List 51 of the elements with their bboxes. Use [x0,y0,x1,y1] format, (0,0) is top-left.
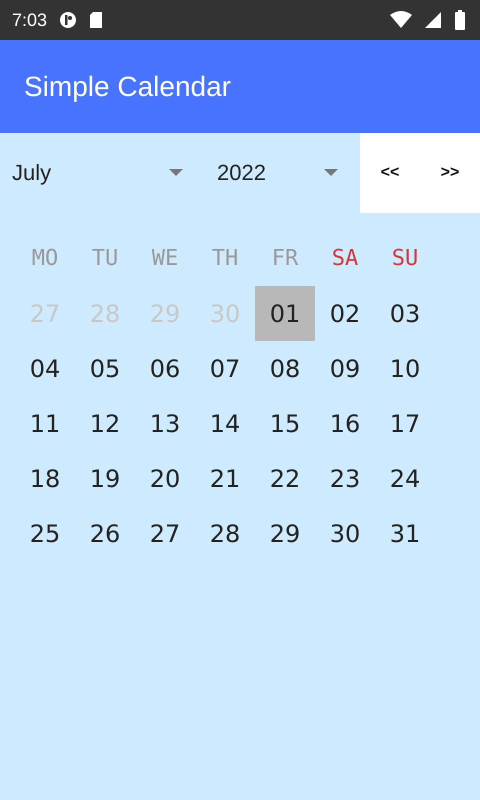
next-month-button[interactable]: >> [420,133,480,213]
year-dropdown[interactable]: 2022 [195,133,360,213]
day-cell[interactable]: 08 [255,341,315,396]
dropdown-arrow-icon [324,169,338,177]
dropdown-arrow-icon [169,169,183,177]
day-cell[interactable]: 20 [135,451,195,506]
day-cell[interactable]: 16 [315,396,375,451]
wifi-icon [390,11,412,29]
day-cell[interactable]: 14 [195,396,255,451]
day-cell[interactable]: 11 [15,396,75,451]
app-notification-icon [59,11,78,29]
weekday-label: MO [30,245,60,273]
weekday-label: TU [90,245,120,273]
day-cell[interactable]: 17 [375,396,435,451]
day-cell[interactable]: 18 [15,451,75,506]
day-cell[interactable]: 12 [75,396,135,451]
day-cell[interactable]: 29 [255,506,315,561]
sd-card-icon [89,11,104,29]
day-cell[interactable]: 22 [255,451,315,506]
weekday-label: TH [210,245,240,273]
day-cell[interactable]: 24 [375,451,435,506]
day-cell[interactable]: 19 [75,451,135,506]
weekday-label: FR [270,245,300,273]
day-cell[interactable]: 30 [315,506,375,561]
previous-month-button[interactable]: << [360,133,420,213]
day-cell[interactable]: 25 [15,506,75,561]
day-cell[interactable]: 23 [315,451,375,506]
app-title: Simple Calendar [24,70,231,102]
day-cell[interactable]: 03 [375,286,435,341]
day-cell[interactable]: 10 [375,341,435,396]
weekday-label: SA [330,245,360,273]
status-time: 7:03 [12,10,48,30]
day-cell[interactable]: 09 [315,341,375,396]
battery-icon [454,10,466,30]
day-cell[interactable]: 05 [75,341,135,396]
weekday-label: WE [150,245,180,273]
month-dropdown[interactable]: July [0,133,195,213]
day-cell[interactable]: 26 [75,506,135,561]
day-cell[interactable]: 06 [135,341,195,396]
day-cell[interactable]: 28 [195,506,255,561]
day-cell[interactable]: 21 [195,451,255,506]
day-cell[interactable]: 31 [375,506,435,561]
day-cell[interactable]: 01 [255,286,315,341]
day-cell[interactable]: 27 [135,506,195,561]
day-cell[interactable]: 07 [195,341,255,396]
weekday-label: SU [390,245,420,273]
day-cell[interactable]: 13 [135,396,195,451]
day-cell[interactable]: 04 [15,341,75,396]
signal-icon [424,11,442,29]
day-cell[interactable]: 15 [255,396,315,451]
day-cell[interactable]: 02 [315,286,375,341]
